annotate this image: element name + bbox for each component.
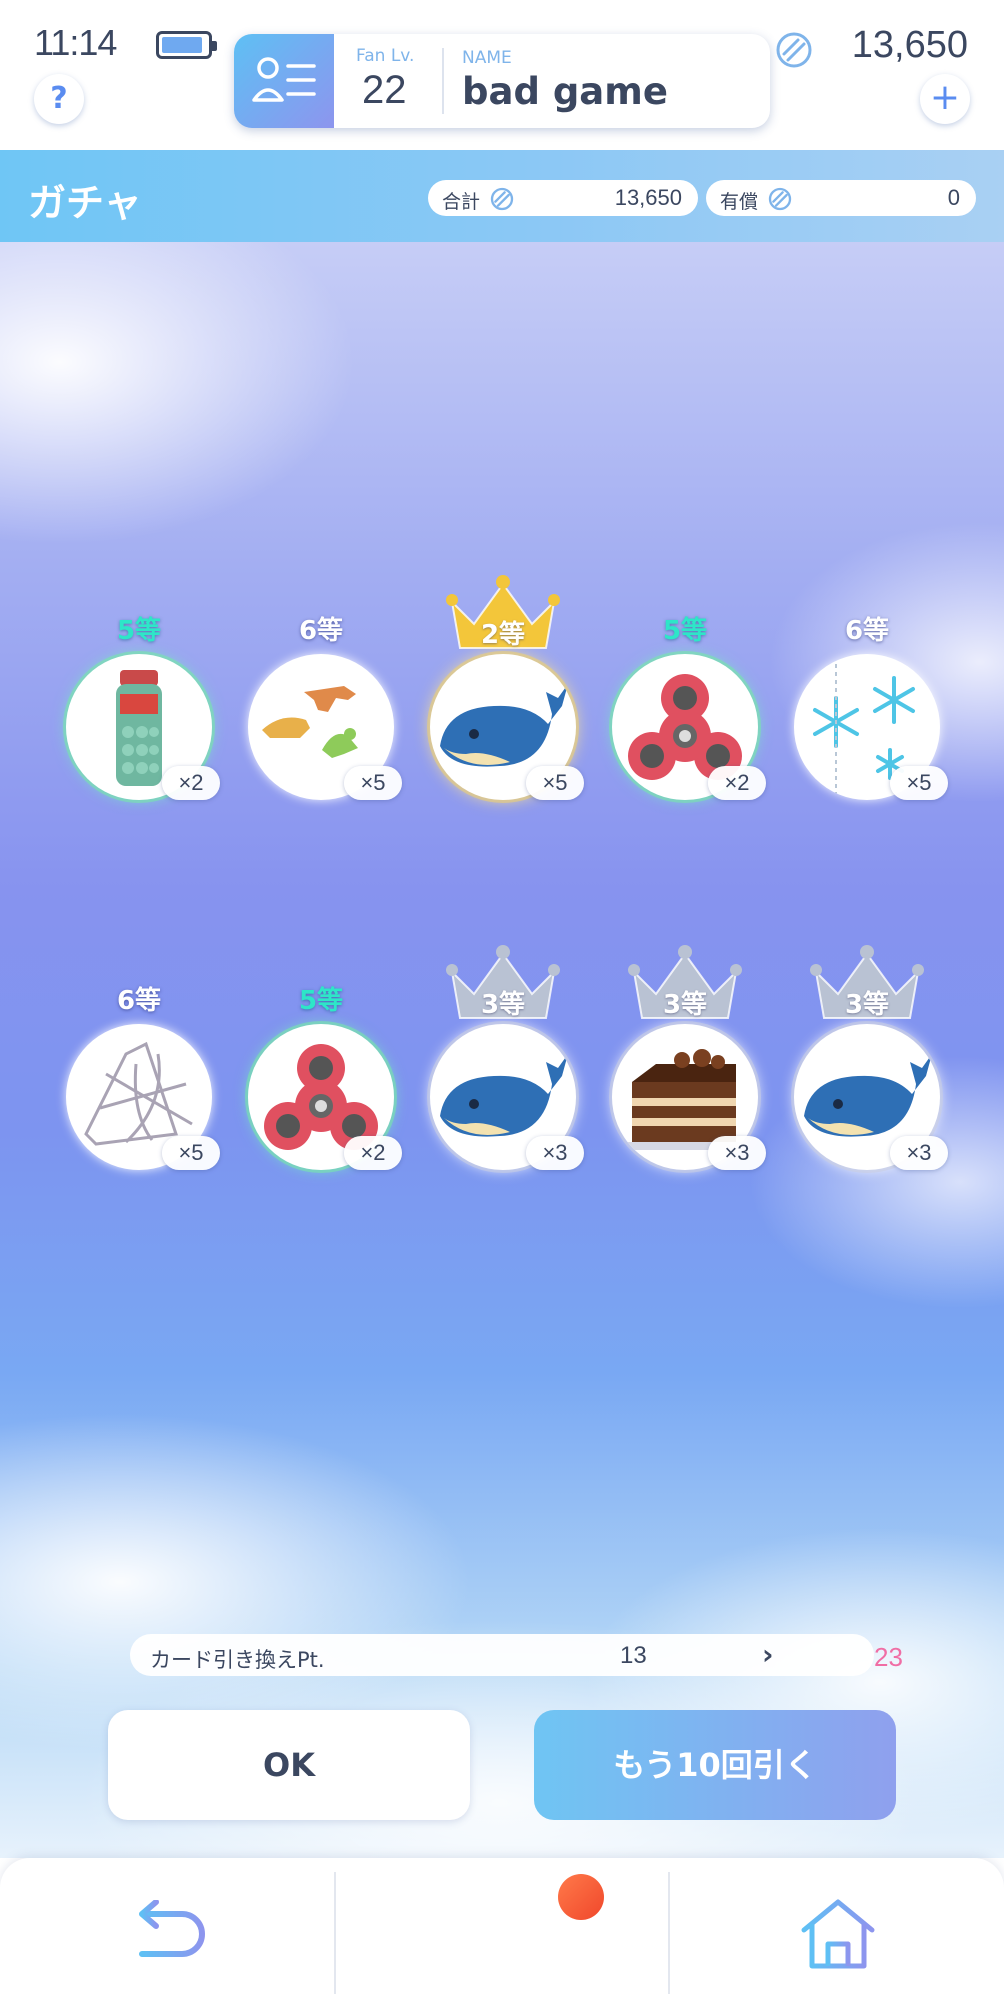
fan-level-label: Fan Lv. xyxy=(356,46,415,66)
item-count-badge: ×2 xyxy=(344,1136,402,1170)
gacha-result-item[interactable]: 3等 ×3 xyxy=(792,942,948,1212)
rank-label: 5等 xyxy=(116,616,162,646)
chevron-right-icon: › xyxy=(762,1638,774,1671)
gacha-result-item[interactable]: 5等 ×2 xyxy=(246,942,402,1212)
profile-card-icon xyxy=(234,34,334,128)
rank-indicator: 6等 xyxy=(64,942,214,1020)
item-count-badge: ×3 xyxy=(890,1136,948,1170)
clock: 11:14 xyxy=(34,22,117,63)
rank-label: 2等 xyxy=(480,620,526,650)
item-count-badge: ×3 xyxy=(708,1136,766,1170)
gacha-result-item[interactable]: 5等 ×2 xyxy=(610,572,766,842)
gacha-result-item[interactable]: 6等 ×5 xyxy=(246,572,402,842)
profile-card[interactable]: Fan Lv. 22 NAME bad game xyxy=(234,34,770,128)
rank-label: 3等 xyxy=(844,990,890,1020)
home-icon xyxy=(801,1899,875,1969)
rank-label: 5等 xyxy=(662,616,708,646)
rank-label: 3等 xyxy=(480,990,526,1020)
add-currency-button[interactable]: + xyxy=(920,74,970,124)
menu-icon xyxy=(455,1921,549,1947)
bottom-nav xyxy=(0,1858,1004,2008)
rank-label: 6等 xyxy=(844,616,890,646)
rank-indicator: 3等 xyxy=(610,942,760,1020)
rank-label: 6等 xyxy=(298,616,344,646)
rank-indicator: 3等 xyxy=(792,942,942,1020)
currency-total: 13,650 xyxy=(851,24,968,66)
draw-again-button[interactable]: もう10回引く xyxy=(534,1710,896,1820)
item-count-badge: ×2 xyxy=(708,766,766,800)
rank-label: 3等 xyxy=(662,990,708,1020)
points-before: 13 xyxy=(620,1642,647,1669)
rank-indicator: 3等 xyxy=(428,942,578,1020)
divider xyxy=(442,48,444,114)
total-value: 13,650 xyxy=(614,185,682,210)
gacha-results-area: 5等 ×2 6等 ×5 2等 ×5 5等 ×2 6等 ×5 6等 ×5 5等 ×2 3等 ×3 3等 ×3 3等 ×3 xyxy=(0,242,1004,1858)
gacha-result-item[interactable]: 6等 ×5 xyxy=(64,942,220,1212)
points-label: カード引き換えPt. xyxy=(150,1648,325,1672)
paid-currency-pill: 有償 0 xyxy=(706,180,976,216)
gacha-result-item[interactable]: 2等 ×5 xyxy=(428,572,584,842)
card-exchange-points-bar: カード引き換えPt. 13 › 23 xyxy=(130,1634,903,1676)
help-button[interactable]: ? xyxy=(34,74,84,124)
paid-value: 0 xyxy=(947,185,960,210)
rank-label: 5等 xyxy=(298,986,344,1016)
item-count-badge: ×3 xyxy=(526,1136,584,1170)
notification-dot xyxy=(558,1874,604,1920)
item-count-badge: ×5 xyxy=(890,766,948,800)
rank-indicator: 6等 xyxy=(246,572,396,650)
ok-button[interactable]: OK xyxy=(108,1710,470,1820)
total-label: 合計 xyxy=(442,191,481,213)
rank-indicator: 6等 xyxy=(792,572,942,650)
player-name: bad game xyxy=(462,70,668,113)
rank-indicator: 5等 xyxy=(64,572,214,650)
crystal-icon xyxy=(490,187,514,211)
gacha-result-item[interactable]: 3等 ×3 xyxy=(428,942,584,1212)
gacha-result-item[interactable]: 6等 ×5 xyxy=(792,572,948,842)
crystal-currency-icon xyxy=(776,32,812,68)
rank-label: 6等 xyxy=(116,986,162,1016)
points-after: 23 xyxy=(874,1642,903,1672)
home-button[interactable] xyxy=(670,1858,1004,2008)
name-label: NAME xyxy=(462,48,512,68)
rank-indicator: 5等 xyxy=(610,572,760,650)
rank-indicator: 2等 xyxy=(428,572,578,650)
battery-icon xyxy=(156,31,217,59)
rank-indicator: 5等 xyxy=(246,942,396,1020)
item-count-badge: ×5 xyxy=(162,1136,220,1170)
menu-button[interactable] xyxy=(336,1858,670,2008)
gacha-result-item[interactable]: 3等 ×3 xyxy=(610,942,766,1212)
paid-label: 有償 xyxy=(720,191,759,213)
item-count-badge: ×2 xyxy=(162,766,220,800)
total-currency-pill: 合計 13,650 xyxy=(428,180,698,216)
back-button[interactable] xyxy=(0,1858,334,2008)
top-status-bar: 11:14 ? Fan Lv. 22 NAME bad game 13,650 … xyxy=(0,0,1004,150)
fan-level-value: 22 xyxy=(362,68,407,112)
title-band: ガチャ 合計 13,650 有償 0 xyxy=(0,150,1004,242)
gacha-result-item[interactable]: 5等 ×2 xyxy=(64,572,220,842)
item-count-badge: ×5 xyxy=(526,766,584,800)
item-count-badge: ×5 xyxy=(344,766,402,800)
page-title: ガチャ xyxy=(28,181,142,225)
crystal-icon xyxy=(768,187,792,211)
back-arrow-icon xyxy=(139,1900,205,1957)
